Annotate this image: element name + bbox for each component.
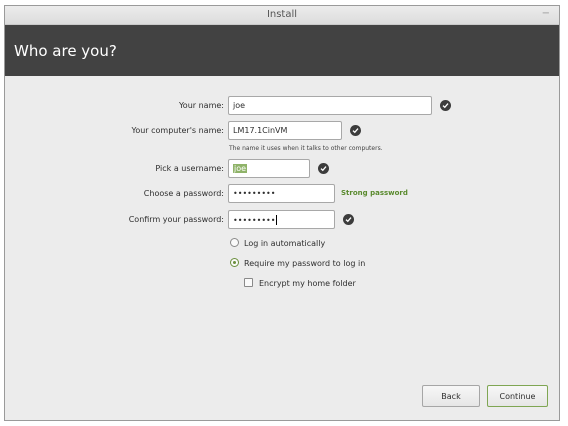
username-label: Pick a username: — [155, 164, 224, 173]
password-value: ••••••••• — [233, 189, 276, 198]
password-input[interactable]: ••••••••• — [228, 184, 335, 203]
username-value: joe — [233, 164, 248, 173]
page-title: Who are you? — [14, 42, 117, 60]
require-password-option[interactable]: Require my password to log in — [230, 258, 365, 268]
name-value: joe — [233, 101, 246, 110]
username-valid-icon — [318, 163, 329, 174]
confirm-password-value: ••••••••• — [233, 216, 276, 225]
computer-name-label: Your computer's name: — [131, 126, 225, 135]
computer-name-hint: The name it uses when it talks to other … — [229, 145, 383, 152]
page-header: Who are you? — [5, 25, 559, 76]
installer-window: Install − Who are you? Your name: joe Yo… — [4, 5, 560, 421]
form-area: Your name: joe Your computer's name: LM1… — [5, 76, 559, 420]
continue-button[interactable]: Continue — [487, 385, 548, 407]
encrypt-home-checkbox[interactable] — [244, 278, 253, 287]
encrypt-home-option[interactable]: Encrypt my home folder — [244, 278, 356, 288]
login-automatically-radio[interactable] — [230, 238, 239, 247]
login-automatically-option[interactable]: Log in automatically — [230, 238, 325, 248]
confirm-password-input[interactable]: ••••••••• — [228, 210, 335, 229]
computer-name-valid-icon — [350, 125, 361, 136]
encrypt-home-label: Encrypt my home folder — [259, 279, 356, 288]
name-label: Your name: — [178, 101, 224, 110]
name-input[interactable]: joe — [228, 96, 432, 115]
minimize-button[interactable]: − — [542, 8, 550, 19]
back-button[interactable]: Back — [422, 385, 480, 407]
require-password-radio[interactable] — [230, 258, 239, 267]
confirm-password-valid-icon — [343, 214, 354, 225]
title-bar: Install − — [5, 6, 559, 25]
username-input[interactable]: joe — [228, 159, 310, 178]
computer-name-value: LM17.1CinVM — [233, 126, 288, 135]
confirm-password-label: Confirm your password: — [128, 215, 224, 224]
require-password-label: Require my password to log in — [244, 259, 366, 268]
computer-name-input[interactable]: LM17.1CinVM — [228, 121, 342, 140]
login-automatically-label: Log in automatically — [244, 239, 326, 248]
name-valid-icon — [440, 100, 451, 111]
password-strength-label: Strong password — [341, 189, 408, 197]
password-label: Choose a password: — [143, 189, 224, 198]
text-cursor — [276, 215, 278, 225]
window-title: Install — [266, 9, 298, 20]
